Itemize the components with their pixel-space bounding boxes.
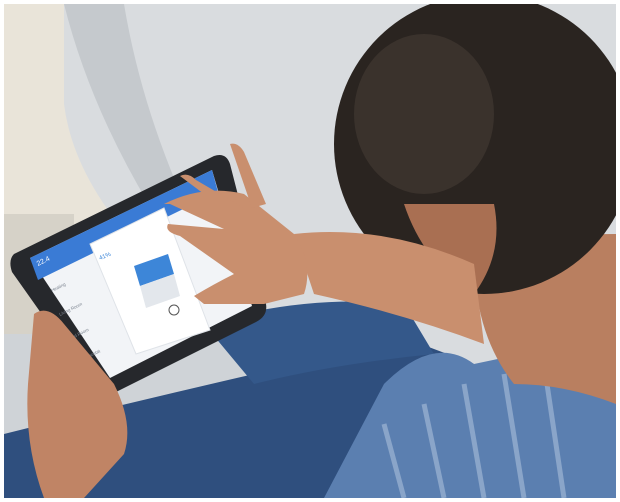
photo-scene: 22.4 Heating Living Room Bed Room Thermo… xyxy=(4,4,616,498)
hair-highlight xyxy=(354,34,494,194)
photo-illustration: 22.4 Heating Living Room Bed Room Thermo… xyxy=(4,4,616,498)
